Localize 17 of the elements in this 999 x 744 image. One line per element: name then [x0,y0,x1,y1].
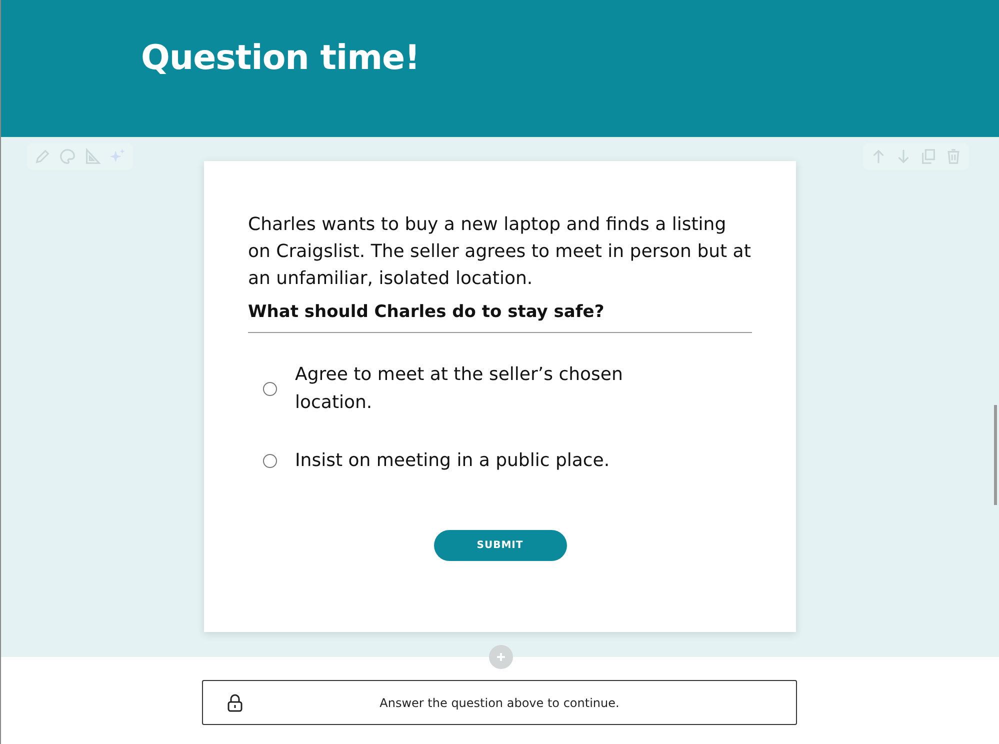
add-block-icon[interactable] [489,645,513,669]
question-prompt: What should Charles do to stay safe? [248,302,752,333]
answer-option[interactable]: Agree to meet at the seller’s chosen location. [263,361,752,417]
notice-text: Answer the question above to continue. [378,696,620,710]
palette-icon[interactable] [58,147,77,166]
radio-button[interactable] [263,454,277,468]
scenario-text: Charles wants to buy a new laptop and finds a listing on Craigslist. The seller agrees to meet in person but at an unfamiliar, isolated location. [248,213,752,291]
copy-icon[interactable] [919,147,938,166]
option-label: Insist on meeting in a public place. [295,449,611,473]
page-title: Question time! [141,38,420,78]
pencil-icon[interactable] [33,147,52,166]
answer-option[interactable]: Insist on meeting in a public place. [263,447,752,475]
scrollbar-thumb[interactable] [994,405,997,505]
option-label: Agree to meet at the seller’s chosen location. [295,363,624,415]
lock-icon [227,694,243,712]
submit-button[interactable]: SUBMIT [434,530,566,561]
radio-button[interactable] [263,382,277,396]
